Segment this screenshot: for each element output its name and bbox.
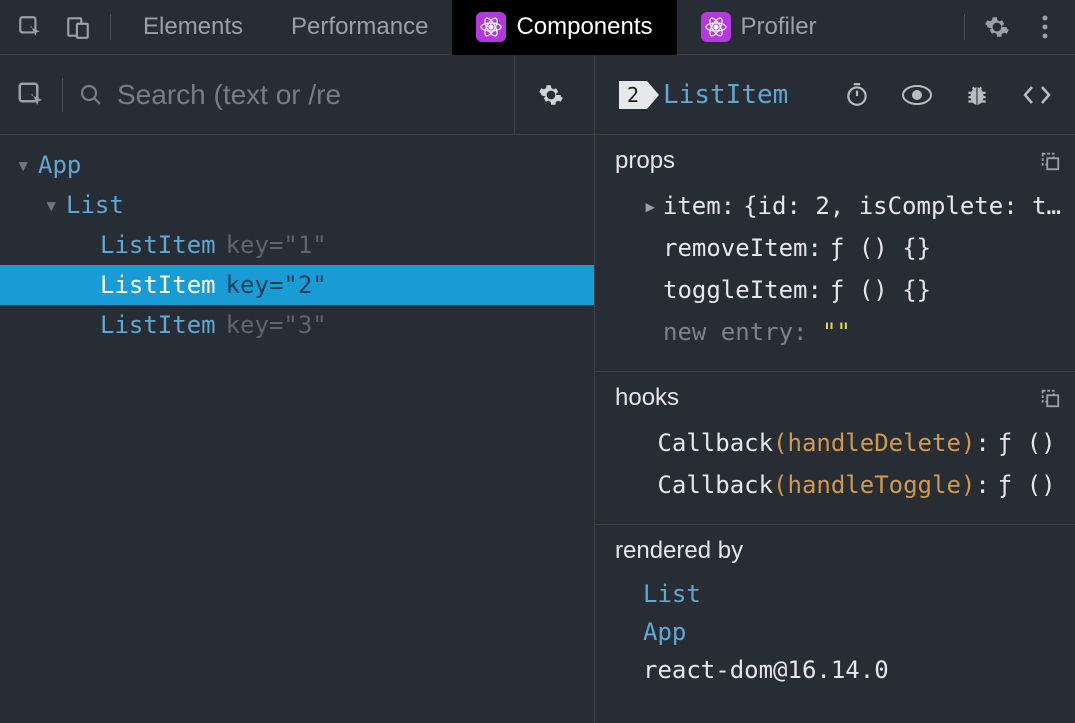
- hook-row[interactable]: ▸ Callback(handleDelete): ƒ () {}: [615, 422, 1061, 464]
- tabstrip-right: [956, 0, 1069, 55]
- rendered-by-section: rendered by List App react-dom@16.14.0: [595, 525, 1075, 707]
- section-heading: props: [615, 147, 675, 175]
- prop-key: toggleItem: [663, 272, 808, 308]
- prop-value: ƒ () {}: [830, 272, 931, 308]
- prop-row[interactable]: ▸ toggleItem: ƒ () {}: [615, 269, 1061, 311]
- component-name: App: [38, 146, 81, 184]
- react-logo-icon: [701, 12, 731, 42]
- key-attr: key="1": [226, 226, 327, 264]
- separator: [964, 14, 965, 40]
- rendered-by-version: react-dom@16.14.0: [615, 651, 1061, 689]
- component-name: ListItem: [100, 266, 216, 304]
- tree-settings-icon[interactable]: [514, 55, 586, 135]
- tree-node-app[interactable]: ▾ App: [0, 145, 594, 185]
- suspend-icon[interactable]: [835, 73, 879, 117]
- hook-key: Callback(handleDelete): [657, 425, 975, 461]
- tree-node-listitem[interactable]: ▾ ListItem key="3": [0, 305, 594, 345]
- prop-new-entry[interactable]: ▸ new entry: "": [615, 311, 1061, 353]
- props-section: props ▸ item: {id: 2, isComplete: t… ▸ r…: [595, 135, 1075, 372]
- section-heading: hooks: [615, 384, 679, 412]
- tree-node-list[interactable]: ▾ List: [0, 185, 594, 225]
- prop-row[interactable]: ▸ removeItem: ƒ () {}: [615, 227, 1061, 269]
- search-input[interactable]: [117, 79, 514, 111]
- settings-gear-icon[interactable]: [973, 0, 1021, 55]
- expand-arrow-icon[interactable]: ▸: [643, 188, 663, 224]
- hook-row[interactable]: ▸ Callback(handleToggle): ƒ () {}: [615, 464, 1061, 506]
- separator: [62, 78, 63, 112]
- section-heading: rendered by: [615, 537, 743, 565]
- bug-icon[interactable]: [955, 73, 999, 117]
- tab-label: Elements: [143, 13, 243, 41]
- view-source-icon[interactable]: [1015, 73, 1059, 117]
- tab-components[interactable]: Components: [452, 0, 676, 55]
- key-attr: key="2": [226, 266, 327, 304]
- device-toolbar-icon[interactable]: [54, 0, 102, 55]
- tab-label: Components: [516, 13, 652, 41]
- component-id-badge: 2: [619, 81, 647, 109]
- component-name: ListItem: [100, 306, 216, 344]
- search-icon: [79, 83, 103, 107]
- selected-component-name: ListItem: [663, 80, 788, 110]
- tab-elements[interactable]: Elements: [119, 0, 267, 55]
- prop-row[interactable]: ▸ item: {id: 2, isComplete: t…: [615, 185, 1061, 227]
- details-header: 2 ListItem: [595, 55, 1075, 135]
- prop-value: ƒ () {}: [830, 230, 931, 266]
- prop-key: item: [663, 188, 721, 224]
- copy-icon[interactable]: [1039, 387, 1061, 409]
- rendered-by-link[interactable]: App: [615, 613, 1061, 651]
- react-logo-icon: [476, 12, 506, 42]
- tab-performance[interactable]: Performance: [267, 0, 452, 55]
- hook-value: ƒ () {}: [998, 467, 1061, 503]
- devtools-tabstrip: Elements Performance Components Profiler: [0, 0, 1075, 55]
- new-entry-value[interactable]: "": [822, 314, 851, 350]
- prop-value: {id: 2, isComplete: t…: [743, 188, 1061, 224]
- hook-value: ƒ () {}: [998, 425, 1061, 461]
- inspect-dom-icon[interactable]: [895, 73, 939, 117]
- inspect-element-icon[interactable]: [6, 0, 54, 55]
- tree-node-listitem[interactable]: ▾ ListItem key="2": [0, 265, 594, 305]
- hook-key: Callback(handleToggle): [657, 467, 975, 503]
- component-name: List: [66, 186, 124, 224]
- hooks-section: hooks ▸ Callback(handleDelete): ƒ () {} …: [595, 372, 1075, 525]
- key-attr: key="3": [226, 306, 327, 344]
- tab-label: Performance: [291, 13, 428, 41]
- tab-profiler[interactable]: Profiler: [677, 0, 841, 55]
- component-name: ListItem: [100, 226, 216, 264]
- select-component-icon[interactable]: [16, 80, 46, 110]
- components-tree-pane: ▾ App ▾ List ▾ ListItem key="1" ▾ ListIt…: [0, 55, 595, 723]
- more-menu-icon[interactable]: [1021, 0, 1069, 55]
- rendered-by-link[interactable]: List: [615, 575, 1061, 613]
- component-details-pane: 2 ListItem props: [595, 55, 1075, 723]
- prop-key: removeItem: [663, 230, 808, 266]
- tree-node-listitem[interactable]: ▾ ListItem key="1": [0, 225, 594, 265]
- collapse-arrow-icon[interactable]: ▾: [44, 186, 66, 224]
- new-entry-label: new entry: [663, 314, 793, 350]
- tree-toolbar: [0, 55, 594, 135]
- collapse-arrow-icon[interactable]: ▾: [16, 146, 38, 184]
- separator: [110, 14, 111, 40]
- copy-icon[interactable]: [1039, 150, 1061, 172]
- component-tree: ▾ App ▾ List ▾ ListItem key="1" ▾ ListIt…: [0, 135, 594, 345]
- tab-label: Profiler: [741, 13, 817, 41]
